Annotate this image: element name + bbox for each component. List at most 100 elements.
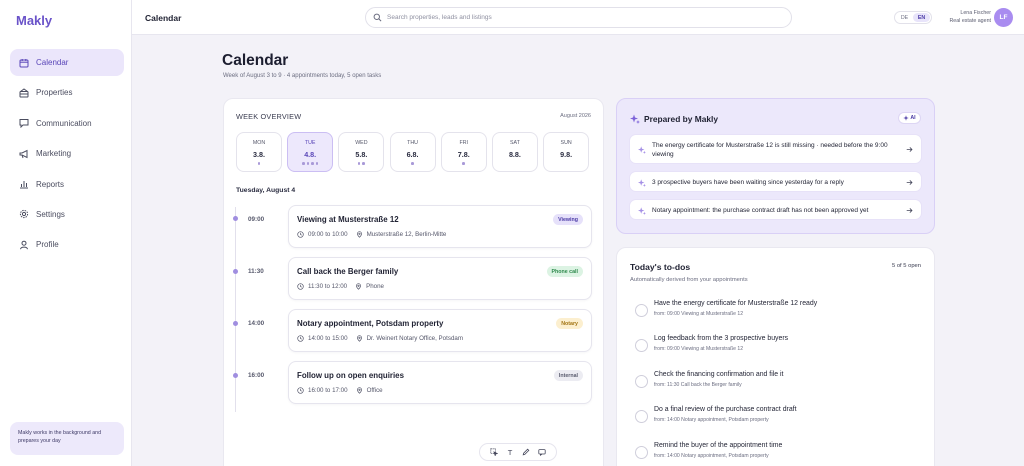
day-fri[interactable]: FRI 7.8.	[440, 132, 487, 172]
location-pin-icon	[356, 335, 362, 342]
appointment-dots	[237, 162, 281, 165]
prepared-item-text: The energy certificate for Musterstraße …	[652, 142, 888, 158]
app-logo[interactable]: Makly	[16, 13, 52, 28]
todo-title: Do a final review of the purchase contra…	[654, 406, 797, 413]
day-name: WED	[355, 140, 368, 146]
sidebar-item-settings[interactable]: Settings	[10, 201, 124, 228]
user-icon	[19, 240, 29, 250]
todos-subtitle: Automatically derived from your appointm…	[630, 277, 748, 283]
prepared-item[interactable]: Notary appointment: the purchase contrac…	[629, 199, 922, 220]
week-overview-card: WEEK OVERVIEW August 2026 MON 3.8. TUE 4.8…	[223, 98, 604, 466]
appointment-dot	[362, 162, 365, 165]
appointment-title: Call back the Berger family	[297, 267, 399, 276]
todo-checkbox[interactable]	[635, 375, 648, 388]
day-sun[interactable]: SUN 9.8.	[543, 132, 590, 172]
day-thu[interactable]: THU 6.8.	[389, 132, 436, 172]
sidebar: Makly Calendar Properties Communication …	[0, 0, 132, 466]
search-input[interactable]	[387, 14, 767, 21]
todo-source: from: 14:00 Notary appointment, Potsdam …	[654, 453, 769, 459]
todo-source: from: 09:00 Viewing at Musterstraße 12	[654, 311, 744, 317]
todo-checkbox[interactable]	[635, 446, 648, 459]
todo-source: from: 11:30 Call back the Berger family	[654, 382, 742, 388]
sparkle-icon	[638, 206, 646, 215]
gear-icon	[19, 209, 29, 219]
todo-title: Check the financing confirmation and fil…	[654, 371, 784, 378]
prepared-item[interactable]: 3 prospective buyers have been waiting s…	[629, 171, 922, 192]
sidebar-item-marketing[interactable]: Marketing	[10, 140, 124, 167]
appointment-tag: Phone call	[546, 266, 583, 277]
todos-card: Today's to-dos 5 of 5 open Automatically…	[616, 247, 935, 466]
appointment-range: 11:30 to 12:00	[308, 283, 348, 290]
sidebar-item-reports[interactable]: Reports	[10, 171, 124, 198]
day-date: 5.8.	[355, 150, 368, 159]
language-switch[interactable]: DE EN	[894, 11, 932, 24]
comment-tool-button[interactable]	[537, 447, 547, 457]
day-name: TUE	[304, 140, 316, 146]
appointment-tag: Notary	[556, 318, 583, 329]
language-option-en[interactable]: EN	[913, 13, 930, 22]
todo-title: Have the energy certificate for Musterst…	[654, 300, 818, 307]
appointment-dots	[288, 162, 332, 165]
day-sat[interactable]: SAT 8.8.	[491, 132, 538, 172]
clock-icon	[297, 387, 304, 394]
appointment-dot	[302, 162, 305, 165]
sidebar-item-calendar[interactable]: Calendar	[10, 49, 124, 76]
day-wed[interactable]: WED 5.8.	[338, 132, 385, 172]
appointment-place: Musterstraße 12, Berlin-Mitte	[366, 231, 447, 238]
day-mon[interactable]: MON 3.8.	[236, 132, 282, 172]
todo-checkbox[interactable]	[635, 410, 648, 423]
sidebar-nav: Calendar Properties Communication Market…	[10, 49, 124, 262]
day-name: THU	[407, 140, 418, 146]
todo-title: Log feedback from the 3 prospective buye…	[654, 335, 789, 342]
todo-checkbox[interactable]	[635, 304, 648, 317]
location-pin-icon	[356, 387, 362, 394]
sidebar-item-label: Reports	[36, 179, 65, 189]
appointment-card[interactable]: Notary appointment, Potsdam property Not…	[288, 309, 592, 352]
select-tool-button[interactable]	[489, 447, 499, 457]
timeline-dot	[233, 321, 238, 326]
appointment-place: Phone	[366, 283, 385, 290]
sidebar-item-properties[interactable]: Properties	[10, 79, 124, 106]
day-date: 6.8.	[406, 150, 419, 159]
topbar: Calendar DE EN Lena Fischer Real estate …	[132, 0, 1024, 35]
prepared-item[interactable]: The energy certificate for Musterstraße …	[629, 134, 922, 164]
text-tool-button[interactable]: T	[505, 447, 515, 457]
sidebar-item-label: Calendar	[36, 58, 69, 67]
appointment-meta: 11:30 to 12:00 Phone	[297, 283, 384, 290]
sidebar-item-profile[interactable]: Profile	[10, 231, 124, 258]
appointment-card[interactable]: Follow up on open enquiries Internal 16:…	[288, 361, 592, 404]
appointment-time: 16:00	[248, 372, 265, 379]
day-date: 7.8.	[457, 150, 470, 159]
sparkle-icon	[638, 178, 646, 187]
appointment-dot	[257, 162, 261, 165]
appointment-card[interactable]: Viewing at Musterstraße 12 Viewing 09:00…	[288, 205, 592, 248]
appointment-card[interactable]: Call back the Berger family Phone call 1…	[288, 257, 592, 300]
language-option-de[interactable]: DE	[896, 13, 913, 22]
appointment-dot	[306, 162, 310, 165]
todo-checkbox[interactable]	[635, 339, 648, 352]
todos-count: 5 of 5 open	[891, 263, 921, 269]
timeline-dot	[233, 269, 238, 274]
day-selector: MON 3.8. TUE 4.8. WED 5.8. THU 6.8. FRI 7.8. …	[236, 132, 594, 172]
todo-source: from: 09:00 Viewing at Musterstraße 12	[654, 346, 744, 352]
day-tue[interactable]: TUE 4.8.	[287, 132, 334, 172]
draw-tool-button[interactable]	[521, 447, 531, 457]
appointment-dots	[442, 162, 486, 165]
clock-icon	[297, 283, 304, 290]
avatar[interactable]: LF	[994, 8, 1013, 27]
search-box[interactable]	[365, 7, 792, 28]
appointment-meta: 14:00 to 15:00 Dr. Weinert Notary Office…	[297, 335, 463, 342]
user-name: Lena Fischer	[960, 10, 991, 16]
arrow-right-icon	[906, 180, 913, 185]
chat-icon	[19, 118, 29, 129]
select-icon	[490, 448, 498, 456]
floating-toolbar: T	[479, 443, 557, 461]
timeline-dot	[233, 216, 238, 221]
ai-badge: AI	[898, 112, 921, 124]
appointment-title: Viewing at Musterstraße 12	[297, 215, 399, 224]
location-pin-icon	[356, 231, 362, 238]
sidebar-item-communication[interactable]: Communication	[10, 110, 124, 137]
day-date: 8.8.	[508, 150, 521, 159]
prepared-by-makly-card: Prepared by Makly AI The energy certific…	[616, 98, 935, 234]
appointment-dot	[315, 162, 319, 165]
